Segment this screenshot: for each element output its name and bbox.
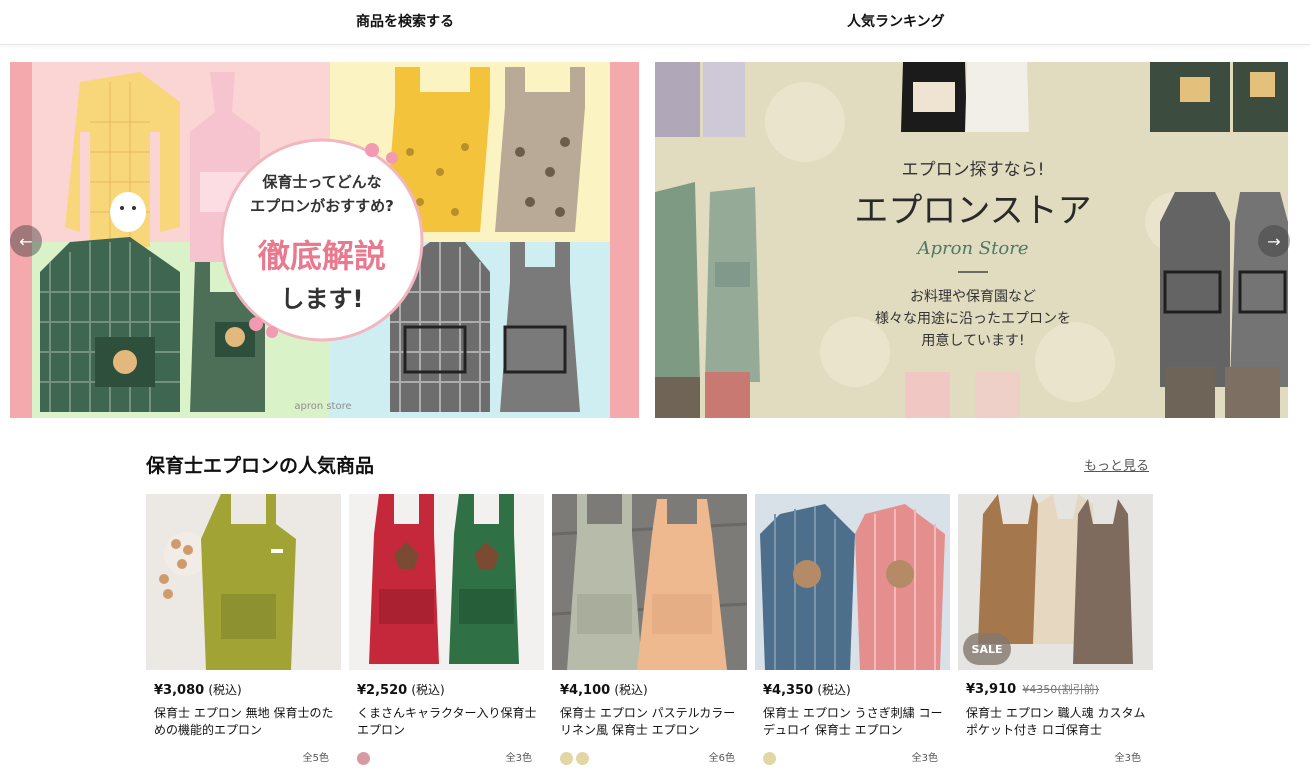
- product-name[interactable]: 保育士 エプロン 職人魂 カスタム ポケット付き ロゴ保育士: [966, 705, 1149, 739]
- color-swatch[interactable]: [560, 752, 573, 765]
- color-swatches: [763, 752, 776, 766]
- banner-apron-guide[interactable]: 保育士ってどんな エプロンがおすすめ? 徹底解説 します! apron stor…: [10, 62, 639, 418]
- tax-label: (税込): [614, 683, 648, 697]
- svg-text:用意しています!: 用意しています!: [921, 332, 1024, 349]
- tax-label: (税込): [817, 683, 851, 697]
- price: ¥2,520: [357, 683, 408, 698]
- price: ¥3,910: [966, 682, 1017, 697]
- price-row: ¥4,350 (税込): [763, 681, 851, 698]
- color-count: 全3色: [505, 753, 532, 764]
- product-image[interactable]: [349, 494, 544, 670]
- product-grid: ¥3,080 (税込) 保育士 エプロン 無地 保育士のための機能的エプロン 全…: [146, 494, 1156, 770]
- color-swatch[interactable]: [357, 752, 370, 765]
- banner-apron-store[interactable]: エプロン探すなら! エプロンストア Apron Store お料理や保育園など …: [655, 62, 1288, 418]
- product-image[interactable]: SALE: [958, 494, 1153, 670]
- color-count: 全5色: [302, 753, 329, 764]
- price: ¥4,100: [560, 683, 611, 698]
- original-price-label: (割引前): [1057, 683, 1099, 696]
- product-card[interactable]: ¥4,100 (税込) 保育士 エプロン パステルカラー リネン風 保育士 エプ…: [552, 494, 747, 770]
- svg-text:エプロンがおすすめ?: エプロンがおすすめ?: [250, 197, 394, 215]
- svg-text:します!: します!: [281, 285, 364, 313]
- banner-carousel: 保育士ってどんな エプロンがおすすめ? 徹底解説 します! apron stor…: [10, 62, 1290, 418]
- product-image[interactable]: [755, 494, 950, 670]
- color-count: 全6色: [708, 753, 735, 764]
- price: ¥3,080: [154, 683, 205, 698]
- banner-guide-illustration: 保育士ってどんな エプロンがおすすめ? 徹底解説 します! apron stor…: [10, 62, 639, 418]
- see-more-link[interactable]: もっと見る: [1084, 455, 1149, 474]
- svg-text:apron store: apron store: [294, 401, 351, 412]
- color-swatch[interactable]: [576, 752, 589, 765]
- product-name[interactable]: 保育士 エプロン うさぎ刺繍 コーデュロイ 保育士 エプロン: [763, 705, 946, 739]
- section-title: 保育士エプロンの人気商品: [146, 455, 375, 477]
- color-swatches: [560, 752, 589, 766]
- product-name[interactable]: 保育士 エプロン パステルカラー リネン風 保育士 エプロン: [560, 705, 743, 739]
- svg-text:エプロン探すなら!: エプロン探すなら!: [902, 160, 1045, 180]
- product-card[interactable]: ¥3,080 (税込) 保育士 エプロン 無地 保育士のための機能的エプロン 全…: [146, 494, 341, 770]
- product-card[interactable]: ¥2,520 (税込) くまさんキャラクター入り保育士 エプロン 全3色: [349, 494, 544, 770]
- product-image[interactable]: [146, 494, 341, 670]
- nav-search-link[interactable]: 商品を検索する: [356, 11, 454, 31]
- svg-text:お料理や保育園など: お料理や保育園など: [910, 289, 1036, 305]
- tax-label: (税込): [411, 683, 445, 697]
- top-nav: 商品を検索する 人気ランキング: [0, 0, 1310, 45]
- product-name[interactable]: 保育士 エプロン 無地 保育士のための機能的エプロン: [154, 705, 337, 739]
- product-card[interactable]: ¥4,350 (税込) 保育士 エプロン うさぎ刺繍 コーデュロイ 保育士 エプ…: [755, 494, 950, 770]
- tax-label: (税込): [208, 683, 242, 697]
- price-row: ¥4,100 (税込): [560, 681, 648, 698]
- arrow-right-icon: →: [1267, 231, 1281, 251]
- product-image[interactable]: [552, 494, 747, 670]
- color-swatch[interactable]: [763, 752, 776, 765]
- carousel-next-button[interactable]: →: [1258, 225, 1290, 257]
- carousel-prev-button[interactable]: ←: [10, 225, 42, 257]
- nav-ranking-link[interactable]: 人気ランキング: [847, 11, 945, 31]
- price-row: ¥3,080 (税込): [154, 681, 242, 698]
- color-count: 全3色: [1114, 753, 1141, 764]
- svg-text:Apron Store: Apron Store: [916, 238, 1029, 259]
- color-count: 全3色: [911, 753, 938, 764]
- banner-store-illustration: エプロン探すなら! エプロンストア Apron Store お料理や保育園など …: [655, 62, 1288, 418]
- price-row: ¥3,910 ¥4350(割引前): [966, 681, 1099, 697]
- product-name[interactable]: くまさんキャラクター入り保育士 エプロン: [357, 705, 540, 739]
- svg-text:エプロンストア: エプロンストア: [854, 191, 1091, 231]
- original-price: ¥4350: [1022, 683, 1058, 696]
- arrow-left-icon: ←: [19, 231, 33, 251]
- svg-text:保育士ってどんな: 保育士ってどんな: [261, 173, 381, 191]
- svg-text:徹底解説: 徹底解説: [257, 237, 386, 275]
- svg-text:様々な用途に沿ったエプロンを: 様々な用途に沿ったエプロンを: [875, 310, 1071, 327]
- color-swatches: [357, 752, 370, 766]
- product-card[interactable]: SALE ¥3,910 ¥4350(割引前) 保育士 エプロン 職人魂 カスタム…: [958, 494, 1153, 770]
- sale-badge: SALE: [963, 633, 1011, 665]
- price-row: ¥2,520 (税込): [357, 681, 445, 698]
- price: ¥4,350: [763, 683, 814, 698]
